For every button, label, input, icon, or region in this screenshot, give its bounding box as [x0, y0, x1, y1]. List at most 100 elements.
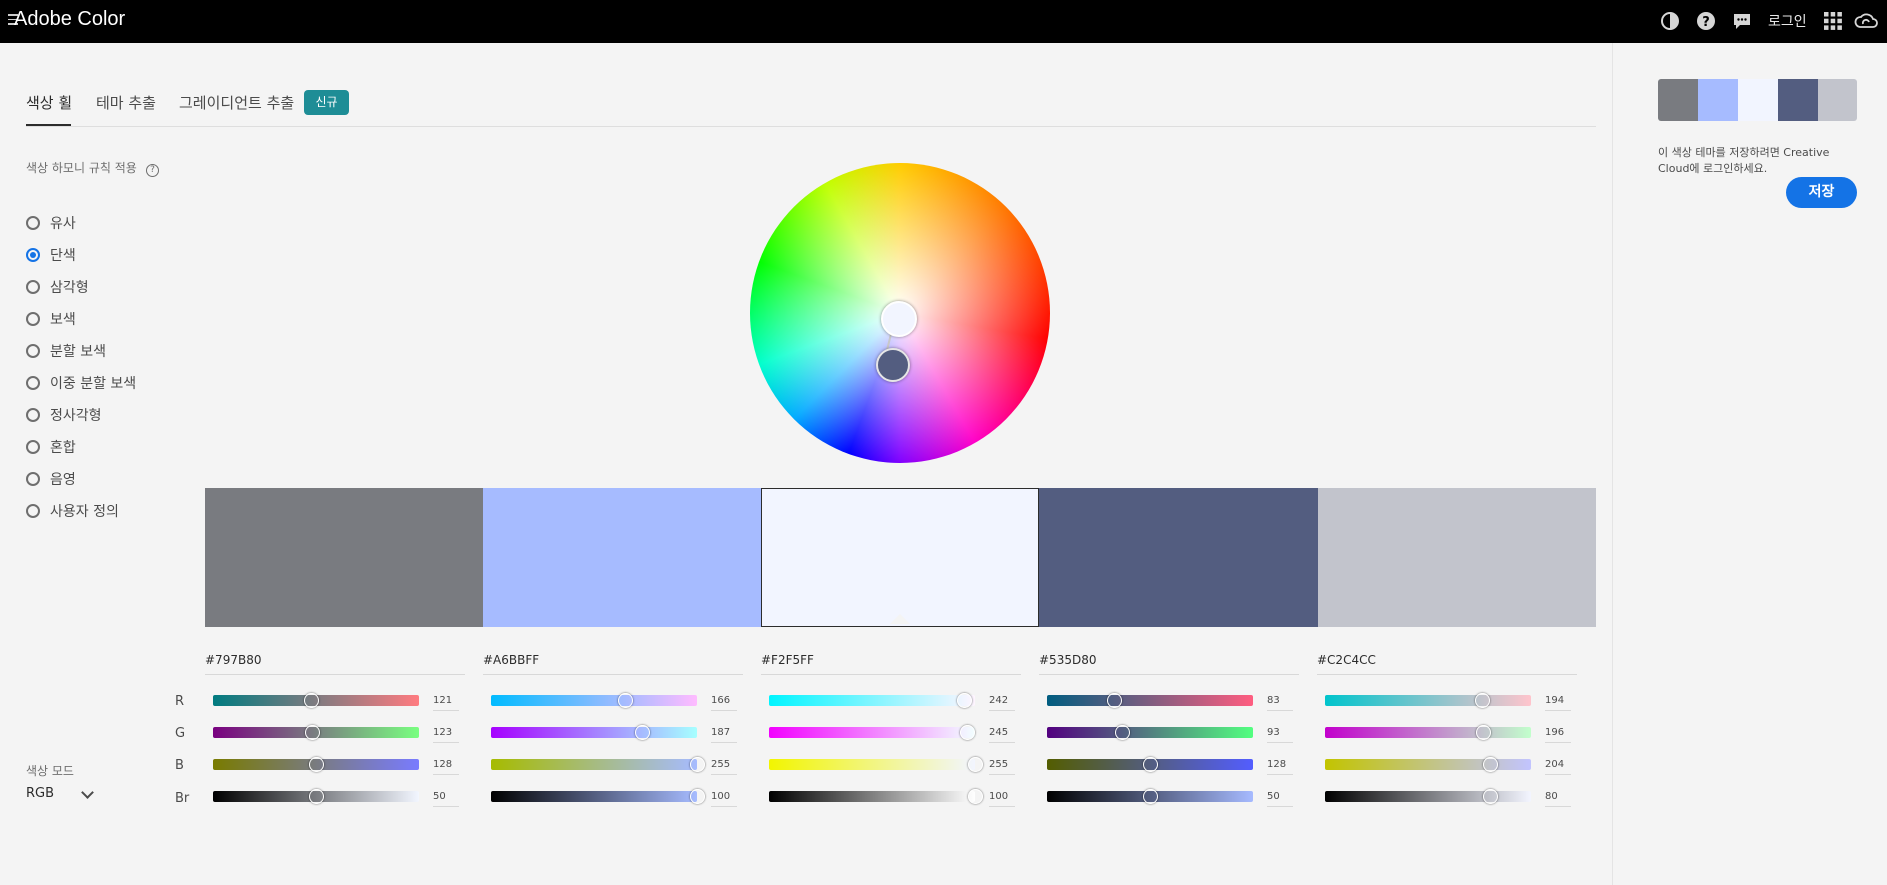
chevron-down-icon[interactable] [81, 786, 94, 799]
hex-input[interactable]: #C2C4CC [1317, 653, 1577, 675]
color-mode-select[interactable]: RGB [26, 786, 98, 806]
brightness-slider[interactable] [1325, 789, 1531, 804]
color-swatch[interactable] [205, 488, 483, 627]
blue-value[interactable]: 255 [989, 759, 1015, 775]
red-slider[interactable] [213, 693, 419, 708]
green-slider[interactable] [1325, 725, 1531, 740]
slider-knob[interactable] [968, 789, 983, 804]
slider-knob[interactable] [635, 725, 651, 740]
brightness-value[interactable]: 100 [711, 791, 737, 807]
help-icon[interactable]: ? [1696, 11, 1716, 31]
hex-input[interactable]: #F2F5FF [761, 653, 1021, 675]
chat-icon[interactable] [1732, 11, 1752, 31]
slider-knob[interactable] [618, 693, 634, 708]
brightness-value[interactable]: 100 [989, 791, 1015, 807]
green-slider[interactable] [769, 725, 975, 740]
green-value[interactable]: 245 [989, 727, 1015, 743]
green-value[interactable]: 93 [1267, 727, 1293, 743]
hex-input[interactable]: #797B80 [205, 653, 465, 675]
blue-value[interactable]: 128 [433, 759, 459, 775]
red-value[interactable]: 83 [1267, 695, 1293, 711]
blue-slider[interactable] [1325, 757, 1531, 772]
slider-knob[interactable] [1482, 789, 1498, 804]
brightness-value[interactable]: 50 [433, 791, 459, 807]
slider-knob[interactable] [1143, 789, 1158, 804]
slider-knob[interactable] [1107, 693, 1123, 708]
slider-knob[interactable] [309, 757, 325, 772]
hex-input[interactable]: #535D80 [1039, 653, 1299, 675]
brightness-slider[interactable] [213, 789, 419, 804]
brightness-slider[interactable] [491, 789, 705, 804]
radio-icon[interactable] [26, 472, 40, 486]
red-value[interactable]: 166 [711, 695, 737, 711]
login-link[interactable]: 로그인 [1768, 11, 1807, 31]
slider-knob[interactable] [690, 757, 705, 772]
red-slider[interactable] [1325, 693, 1531, 708]
radio-icon[interactable] [26, 408, 40, 422]
red-slider[interactable] [1047, 693, 1253, 708]
radio-icon[interactable] [26, 312, 40, 326]
wheel-color-handle[interactable] [876, 348, 910, 382]
blue-slider[interactable] [213, 757, 419, 772]
green-slider[interactable] [1047, 725, 1253, 740]
red-value[interactable]: 242 [989, 695, 1015, 711]
brightness-value[interactable]: 80 [1545, 791, 1571, 807]
brightness-slider[interactable] [1047, 789, 1253, 804]
slider-knob[interactable] [305, 725, 321, 740]
radio-icon[interactable] [26, 344, 40, 358]
tab-extract-theme[interactable]: 테마 추출 [96, 92, 156, 113]
green-slider[interactable] [491, 725, 697, 740]
radio-icon[interactable] [26, 376, 40, 390]
red-value[interactable]: 121 [433, 695, 459, 711]
slider-knob[interactable] [1115, 725, 1131, 740]
color-controls: #C2C4CC 194 196 204 80 [1317, 653, 1587, 813]
hex-input[interactable]: #A6BBFF [483, 653, 743, 675]
slider-knob[interactable] [1482, 757, 1498, 772]
radio-icon[interactable] [26, 440, 40, 454]
slider-knob[interactable] [957, 693, 973, 708]
slider-knob[interactable] [309, 789, 324, 804]
color-swatch-selected[interactable] [761, 488, 1039, 627]
blue-value[interactable]: 255 [711, 759, 737, 775]
brightness-slider[interactable] [769, 789, 983, 804]
app-title[interactable]: Adobe Color [14, 8, 125, 31]
blue-slider[interactable] [491, 757, 705, 772]
green-slider[interactable] [213, 725, 419, 740]
radio-icon[interactable] [26, 504, 40, 518]
red-value[interactable]: 194 [1545, 695, 1571, 711]
radio-icon[interactable] [26, 216, 40, 230]
slider-knob[interactable] [303, 693, 319, 708]
blue-slider[interactable] [1047, 757, 1253, 772]
radio-checked-icon[interactable] [26, 248, 40, 262]
green-value[interactable]: 123 [433, 727, 459, 743]
tab-extract-gradient[interactable]: 그레이디언트 추출 [179, 92, 294, 113]
slider-knob[interactable] [968, 757, 983, 772]
apps-grid-icon[interactable] [1823, 11, 1843, 31]
help-icon[interactable]: ? [146, 164, 159, 177]
theme-preview [1658, 79, 1857, 121]
color-swatch[interactable] [1318, 488, 1596, 627]
blue-slider[interactable] [769, 757, 983, 772]
tab-color-wheel[interactable]: 색상 휠 [26, 92, 72, 113]
color-swatch[interactable] [483, 488, 761, 627]
green-value[interactable]: 196 [1545, 727, 1571, 743]
green-value[interactable]: 187 [711, 727, 737, 743]
slider-knob[interactable] [1143, 757, 1159, 772]
red-slider[interactable] [769, 693, 975, 708]
wheel-base-color-handle[interactable] [881, 301, 917, 337]
slider-knob[interactable] [1476, 725, 1492, 740]
contrast-icon[interactable] [1660, 11, 1680, 31]
theme-preview-swatch [1658, 79, 1698, 121]
slider-knob[interactable] [959, 725, 975, 740]
radio-icon[interactable] [26, 280, 40, 294]
brightness-value[interactable]: 50 [1267, 791, 1293, 807]
slider-knob[interactable] [690, 789, 705, 804]
creative-cloud-icon[interactable] [1854, 11, 1878, 31]
slider-knob[interactable] [1474, 693, 1490, 708]
blue-value[interactable]: 128 [1267, 759, 1293, 775]
color-swatch[interactable] [1039, 488, 1318, 627]
channel-label-br: Br [175, 791, 190, 806]
save-button[interactable]: 저장 [1786, 177, 1857, 208]
red-slider[interactable] [491, 693, 697, 708]
blue-value[interactable]: 204 [1545, 759, 1571, 775]
